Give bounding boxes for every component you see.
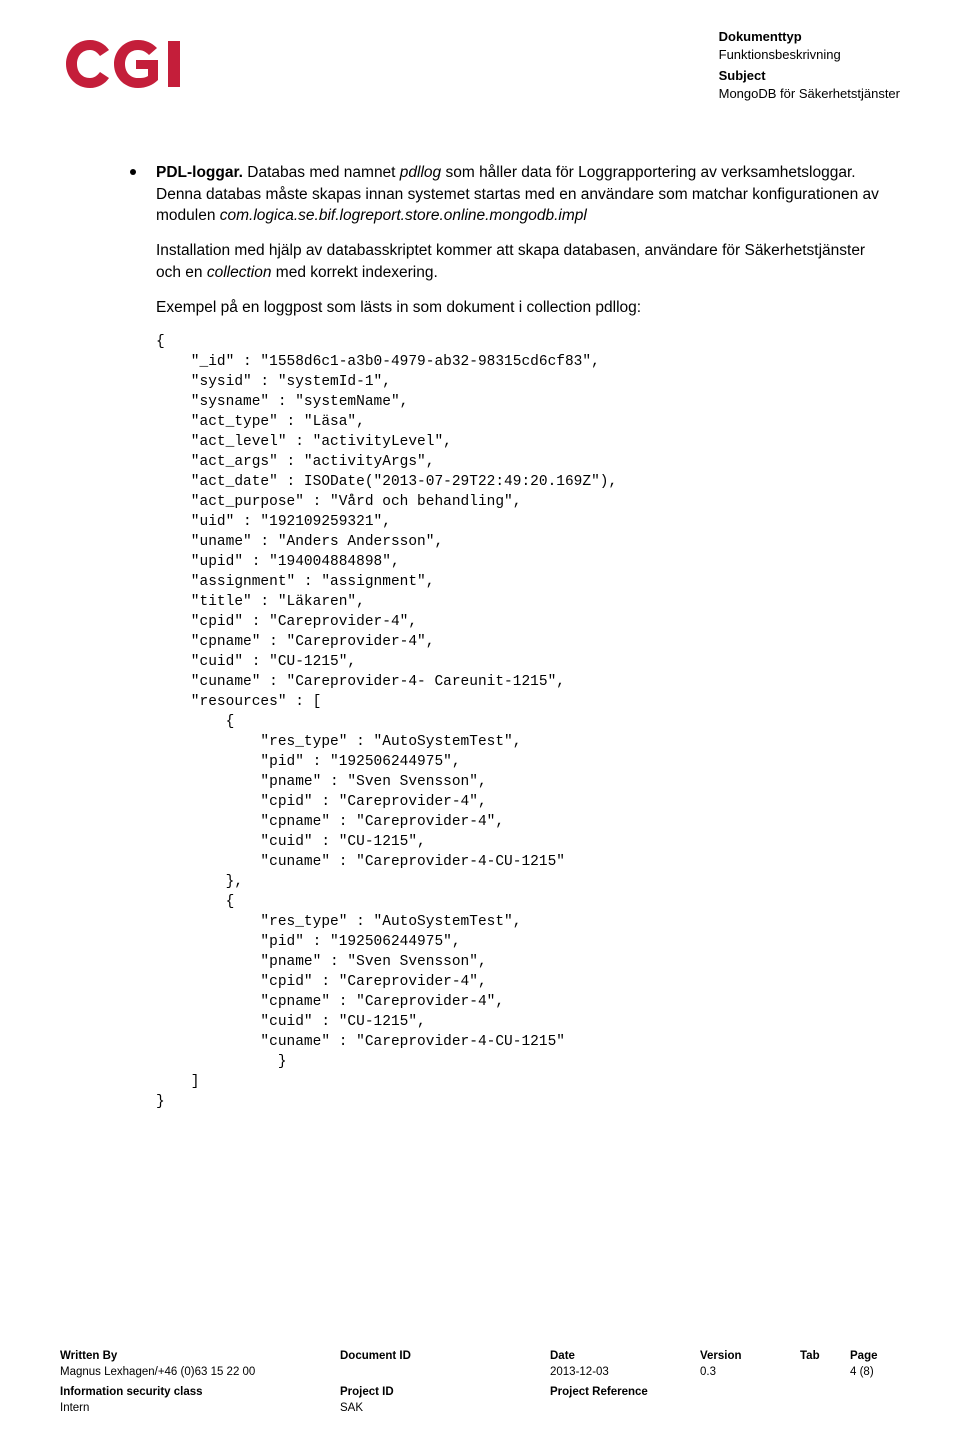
document-body: PDL-loggar. Databas med namnet pdllog so… [60, 162, 900, 1112]
subject-label: Subject [719, 67, 900, 85]
document-meta: Dokumenttyp Funktionsbeskrivning Subject… [719, 28, 900, 102]
para1-b: med korrekt indexering. [271, 264, 437, 281]
footer-projectref-value [550, 1400, 700, 1416]
bullet-icon [130, 169, 136, 175]
paragraph-example: Exempel på en loggpost som lästs in som … [130, 297, 880, 318]
footer-docid-value [340, 1364, 550, 1380]
footer-version-value: 0.3 [700, 1364, 800, 1380]
footer-projectid-label: Project ID [340, 1384, 550, 1400]
footer-secclass-label: Information security class [60, 1384, 340, 1400]
para1-italic: collection [207, 264, 272, 281]
footer-projectid-value: SAK [340, 1400, 550, 1416]
bullet-text-1: Databas med namnet [243, 164, 400, 181]
bullet-italic-2: com.logica.se.bif.logreport.store.online… [220, 207, 587, 224]
paragraph-installation: Installation med hjälp av databasskripte… [130, 240, 880, 283]
cgi-logo [60, 36, 190, 92]
footer-projectref-label: Project Reference [550, 1384, 700, 1400]
bullet-bold-prefix: PDL-loggar. [156, 164, 243, 181]
footer-tab-value [800, 1364, 850, 1380]
document-header: Dokumenttyp Funktionsbeskrivning Subject… [60, 28, 900, 102]
bullet-italic-1: pdllog [400, 164, 441, 181]
footer-date-value: 2013-12-03 [550, 1364, 700, 1380]
footer-version-label: Version [700, 1348, 800, 1364]
footer-secclass-value: Intern [60, 1400, 340, 1416]
dokumenttyp-label: Dokumenttyp [719, 28, 900, 46]
footer-page-label: Page [850, 1348, 900, 1364]
bullet-pdl-loggar: PDL-loggar. Databas med namnet pdllog so… [130, 162, 880, 226]
subject-value: MongoDB för Säkerhetstjänster [719, 85, 900, 103]
footer-writtenby-value: Magnus Lexhagen/+46 (0)63 15 22 00 [60, 1364, 340, 1380]
footer-date-label: Date [550, 1348, 700, 1364]
footer-tab-label: Tab [800, 1348, 850, 1364]
code-example: { "_id" : "1558d6c1-a3b0-4979-ab32-98315… [130, 332, 880, 1112]
dokumenttyp-value: Funktionsbeskrivning [719, 46, 900, 64]
footer-page-value: 4 (8) [850, 1364, 900, 1380]
document-footer: Written By Document ID Date Version Tab … [60, 1348, 900, 1416]
footer-writtenby-label: Written By [60, 1348, 340, 1364]
footer-docid-label: Document ID [340, 1348, 550, 1364]
